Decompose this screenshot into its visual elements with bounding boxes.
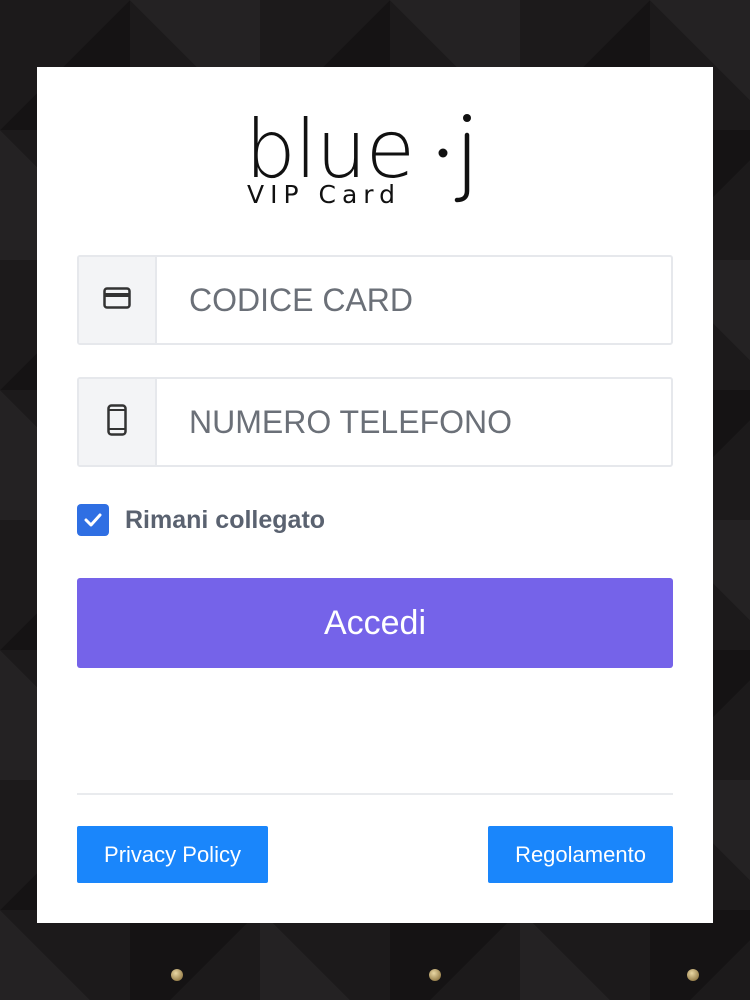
svg-text:VIP Card: VIP Card	[247, 180, 401, 209]
phone-addon	[79, 379, 157, 465]
privacy-policy-button[interactable]: Privacy Policy	[77, 826, 268, 883]
login-card: blue VIP Card CODICE CARD NUMERO TELEFON…	[37, 67, 713, 923]
card-code-input[interactable]	[157, 257, 671, 343]
card-code-field	[77, 255, 673, 345]
credit-card-icon	[103, 286, 131, 314]
checkmark-icon	[84, 513, 102, 527]
divider	[77, 793, 673, 795]
phone-input[interactable]	[157, 379, 671, 465]
phone-field	[77, 377, 673, 467]
login-button[interactable]: Accedi	[77, 578, 673, 668]
remember-checkbox[interactable]	[77, 504, 109, 536]
background-stud	[429, 969, 441, 981]
background-stud	[171, 969, 183, 981]
card-code-addon	[79, 257, 157, 343]
blue-j-logo: blue VIP Card	[245, 105, 471, 209]
background-stud	[687, 969, 699, 981]
remember-label[interactable]: Rimani collegato	[125, 506, 325, 535]
brand-logo: blue VIP Card	[37, 105, 713, 235]
mobile-phone-icon	[107, 403, 127, 441]
rules-button[interactable]: Regolamento	[488, 826, 673, 883]
remember-me: Rimani collegato	[77, 504, 325, 536]
